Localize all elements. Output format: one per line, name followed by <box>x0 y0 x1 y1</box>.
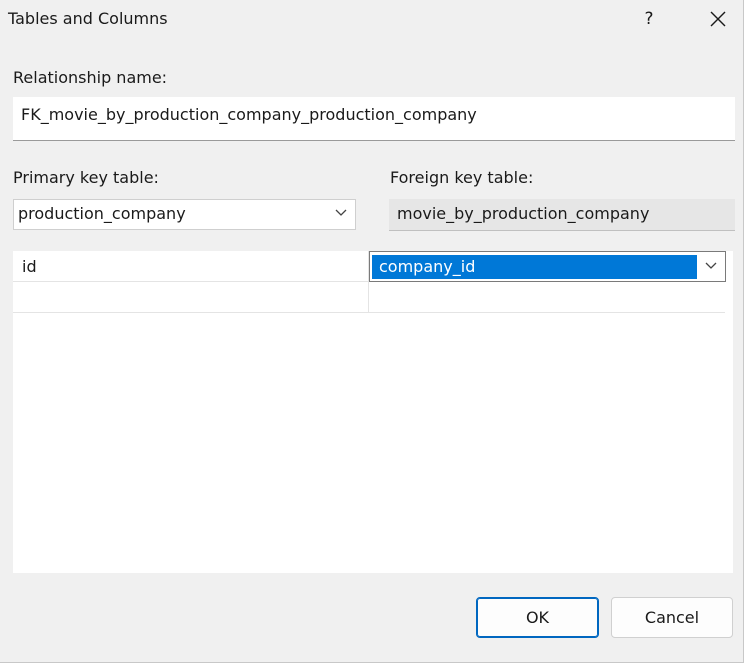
close-button[interactable] <box>700 4 736 34</box>
foreign-column-cell[interactable] <box>369 282 725 313</box>
relationship-name-input[interactable]: FK_movie_by_production_company_productio… <box>13 97 735 141</box>
primary-column-cell[interactable]: id <box>13 251 369 282</box>
title-bar: Tables and Columns ? <box>0 0 744 40</box>
column-mapping-grid: id company_id <box>13 251 733 573</box>
primary-key-table-label: Primary key table: <box>13 168 159 187</box>
chevron-down-icon <box>335 209 347 216</box>
ok-button[interactable]: OK <box>476 597 599 638</box>
foreign-column-selected-value: company_id <box>372 255 697 279</box>
table-row <box>13 282 725 313</box>
help-button[interactable]: ? <box>636 4 662 34</box>
foreign-column-cell[interactable]: company_id <box>369 251 726 282</box>
primary-column-cell[interactable] <box>13 282 369 313</box>
chevron-down-icon <box>705 262 717 269</box>
close-icon <box>710 11 726 27</box>
window-title: Tables and Columns <box>8 9 168 28</box>
table-row: id company_id <box>13 251 726 282</box>
foreign-column-dropdown[interactable]: company_id <box>369 251 726 282</box>
relationship-name-label: Relationship name: <box>13 68 168 87</box>
foreign-key-table-label: Foreign key table: <box>390 168 534 187</box>
cancel-button[interactable]: Cancel <box>611 597 733 638</box>
primary-key-table-dropdown[interactable]: production_company <box>13 199 356 230</box>
foreign-key-table-field: movie_by_production_company <box>389 199 735 231</box>
tables-and-columns-dialog: Tables and Columns ? Relationship name: … <box>0 0 744 663</box>
primary-key-table-value: production_company <box>18 204 186 223</box>
